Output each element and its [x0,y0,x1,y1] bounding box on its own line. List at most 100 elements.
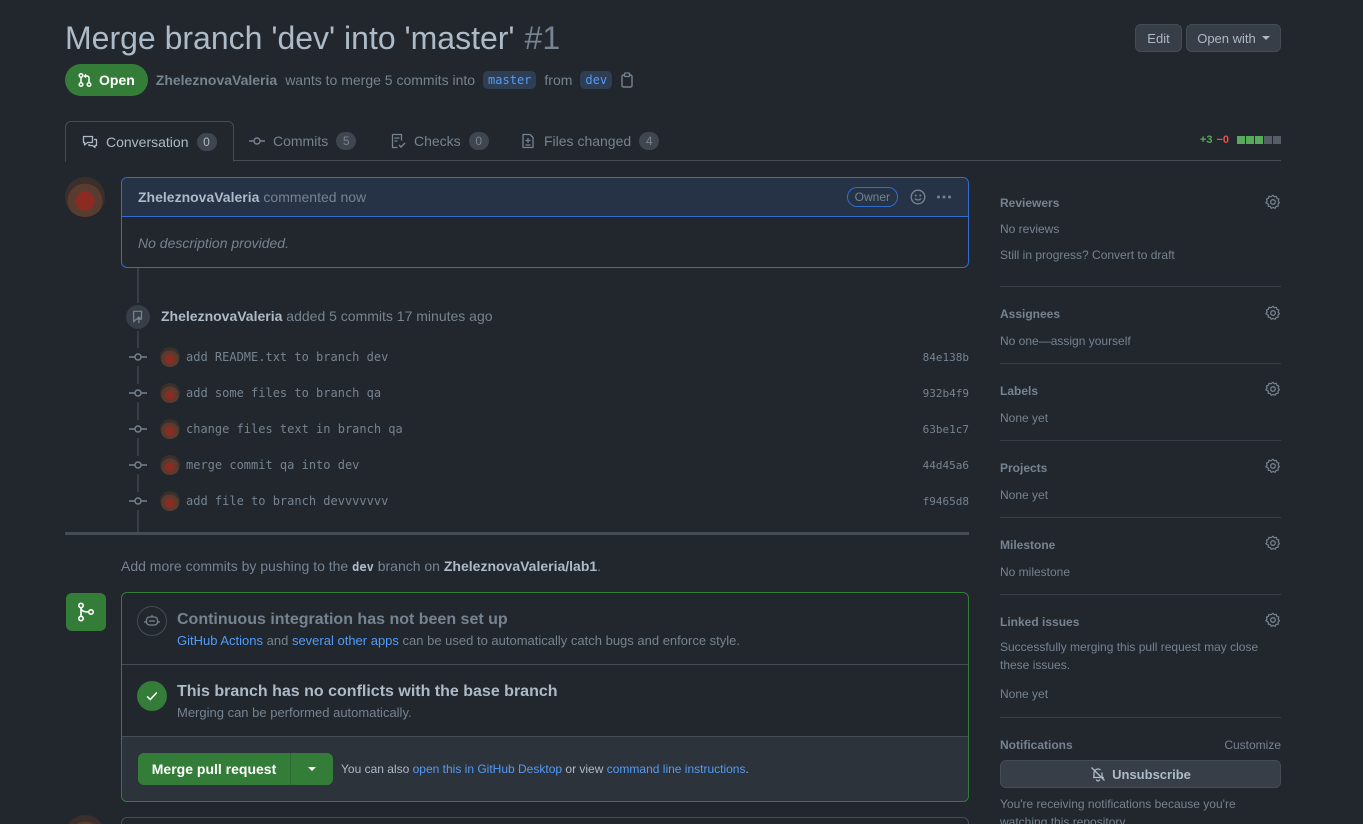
avatar[interactable] [65,177,105,217]
comment-header: ZheleznovaValeria commented now Owner [122,178,968,217]
sidebar-labels: Labels None yet [1000,364,1281,441]
diffstat-blocks [1236,136,1281,144]
avatar[interactable] [160,383,180,403]
avatar[interactable] [65,815,105,824]
assignees-title[interactable]: Assignees [1000,307,1060,321]
other-apps-link[interactable]: several other apps [292,633,399,648]
smiley-icon[interactable] [910,189,926,205]
comment-author[interactable]: ZheleznovaValeria [138,189,259,205]
avatar[interactable] [160,419,180,439]
merge-box: Continuous integration has not been set … [121,592,969,802]
merge-method-dropdown[interactable] [291,753,333,785]
commit-row: add some files to branch qa 932b4f9 [129,381,969,405]
command-line-link[interactable]: command line instructions [607,762,746,776]
milestone-value: No milestone [1000,565,1071,579]
merge-button-group: Merge pull request [138,753,333,785]
conflicts-subtitle: Merging can be performed automatically. [177,705,412,720]
push-hint-middle: branch on [377,558,440,574]
timeline-break [65,532,969,535]
diffstat-block [1237,136,1245,144]
tab-label: Checks [414,133,461,149]
copy-icon[interactable] [620,72,634,88]
alt-suffix: . [745,762,749,776]
tab-commits[interactable]: Commits 5 [249,121,357,161]
state-badge: Open [65,64,148,96]
alt-or: or view [565,762,604,776]
gear-icon[interactable] [1265,381,1281,397]
commit-message[interactable]: add file to branch devvvvvvv [186,494,388,508]
commit-row: merge commit qa into dev 44d45a6 [129,453,969,477]
labels-title[interactable]: Labels [1000,384,1038,398]
push-author[interactable]: ZheleznovaValeria [161,308,282,324]
ci-rest: can be used to automatically catch bugs … [402,633,741,648]
tab-files-changed[interactable]: Files changed 4 [520,121,660,161]
comment-timestamp: commented now [263,189,367,205]
commit-sha[interactable]: 84e138b [923,351,969,364]
comment-box: ZheleznovaValeria commented now Owner No… [121,177,969,268]
tab-counter: 0 [196,132,217,151]
merge-status-badge [66,593,106,631]
gear-icon[interactable] [1265,612,1281,628]
commit-sha[interactable]: 63be1c7 [923,423,969,436]
avatar[interactable] [160,455,180,475]
kebab-horizontal-icon[interactable] [936,189,952,205]
comment-body: No description provided. [138,234,289,251]
diffstat-deletions: −0 [1216,134,1229,146]
commit-message[interactable]: add README.txt to branch dev [186,350,388,364]
caret-down-icon [1261,36,1270,40]
reviewers-value: No reviews [1000,222,1060,236]
pr-tabs: Conversation 0 Commits 5 Checks 0 Files … [65,121,1281,162]
convert-to-draft-link[interactable]: Still in progress? Convert to draft [1000,246,1175,264]
commit-sha[interactable]: 44d45a6 [923,459,969,472]
merge-description: wants to merge 5 commits into [285,72,476,88]
github-actions-link[interactable]: GitHub Actions [177,633,263,648]
tab-counter: 0 [468,132,489,150]
github-desktop-link[interactable]: open this in GitHub Desktop [413,762,562,776]
avatar[interactable] [160,347,180,367]
gear-icon[interactable] [1265,305,1281,321]
commit-message[interactable]: change files text in branch qa [186,422,403,436]
linked-issues-title[interactable]: Linked issues [1000,615,1079,629]
commit-sha[interactable]: f9465d8 [923,495,969,508]
pr-meta: Open ZheleznovaValeria wants to merge 5 … [65,64,634,96]
gear-icon[interactable] [1265,535,1281,551]
ci-section: Continuous integration has not been set … [122,593,968,665]
gear-icon[interactable] [1265,194,1281,210]
open-with-button[interactable]: Open with [1186,24,1281,52]
commit-message[interactable]: add some files to branch qa [186,386,381,400]
avatar[interactable] [160,491,180,511]
pr-number: #1 [524,20,561,56]
reviewers-title[interactable]: Reviewers [1000,196,1059,210]
base-branch[interactable]: master [483,71,537,89]
push-hint-repo[interactable]: ZheleznovaValeria/lab1 [444,558,597,574]
git-commit-icon [129,348,147,366]
push-description: added 5 commits 17 minutes ago [286,308,493,324]
notifications-title: Notifications [1000,738,1073,752]
linked-issues-value: None yet [1000,687,1049,701]
tab-conversation[interactable]: Conversation 0 [65,121,234,162]
author-link[interactable]: ZheleznovaValeria [156,72,277,88]
edit-button[interactable]: Edit [1135,24,1182,52]
commit-sha[interactable]: 932b4f9 [923,387,969,400]
commit-message[interactable]: merge commit qa into dev [186,458,359,472]
assignees-value[interactable]: No one—assign yourself [1000,332,1131,350]
git-merge-icon [77,602,95,622]
milestone-title[interactable]: Milestone [1000,538,1055,552]
tab-label: Commits [273,133,329,149]
alt-prefix: You can also [341,762,410,776]
state-label: Open [99,72,135,88]
tab-checks[interactable]: Checks 0 [390,121,489,161]
conflicts-title: This branch has no conflicts with the ba… [177,683,558,700]
customize-link[interactable]: Customize [1224,738,1281,752]
diffstat-block [1246,136,1254,144]
tab-label: Conversation [106,133,189,150]
sidebar-milestone: Milestone No milestone [1000,518,1281,595]
sidebar-assignees: Assignees No one—assign yourself [1000,287,1281,364]
linked-issues-description: Successfully merging this pull request m… [1000,640,1259,672]
head-branch[interactable]: dev [580,71,613,89]
merge-pull-request-button[interactable]: Merge pull request [138,753,291,785]
projects-title[interactable]: Projects [1000,461,1047,475]
unsubscribe-button[interactable]: Unsubscribe [1000,760,1281,788]
comment-discussion-icon [82,135,98,148]
gear-icon[interactable] [1265,458,1281,474]
